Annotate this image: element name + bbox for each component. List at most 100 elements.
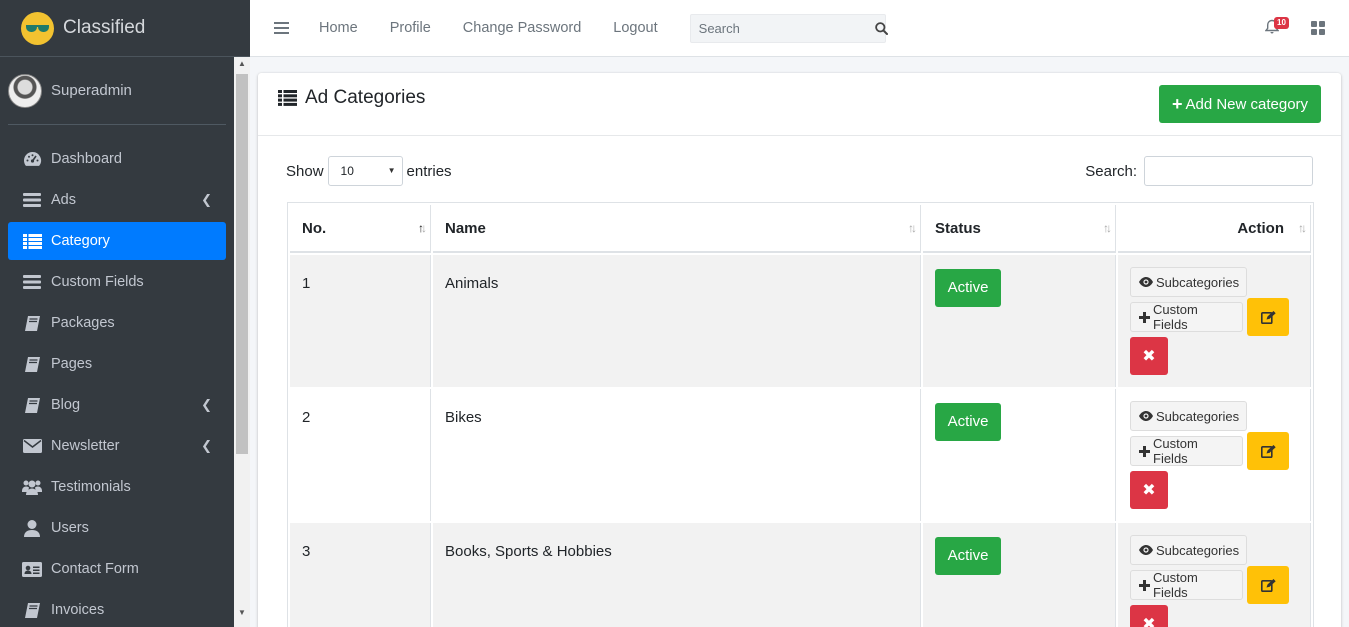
sidebar-item-blog[interactable]: Blog ❮ — [8, 386, 226, 424]
nav-link-change-password[interactable]: Change Password — [463, 20, 582, 36]
column-header-label: Name — [445, 219, 486, 237]
plus-icon — [1139, 311, 1150, 323]
page-title: Ad Categories — [278, 87, 425, 109]
delete-button[interactable]: ✖ — [1130, 605, 1168, 627]
sort-icon: ↑↓ — [908, 221, 917, 235]
sidebar-item-label: Invoices — [51, 602, 105, 618]
nav-link-logout[interactable]: Logout — [613, 20, 657, 36]
cell-name: Animals — [433, 255, 921, 387]
user-panel[interactable]: Superadmin — [8, 57, 226, 125]
edit-icon — [1260, 578, 1276, 592]
sidebar-item-invoices[interactable]: Invoices — [8, 591, 226, 627]
column-header-label: No. — [302, 219, 327, 237]
sidebar-item-ads[interactable]: Ads ❮ — [8, 181, 226, 219]
sidebar-scrollbar[interactable]: ▲ ▼ — [234, 57, 250, 627]
address-card-icon — [22, 559, 42, 579]
sidebar-item-label: Dashboard — [51, 151, 122, 167]
sidebar-item-label: Contact Form — [51, 561, 139, 577]
status-badge[interactable]: Active — [935, 269, 1001, 307]
sidebar-item-pages[interactable]: Pages — [8, 345, 226, 383]
delete-button[interactable]: ✖ — [1130, 471, 1168, 509]
status-badge[interactable]: Active — [935, 403, 1001, 441]
cell-action: Subcategories Custom Fields ✖ — [1118, 255, 1311, 387]
navbar-search — [689, 13, 888, 43]
custom-fields-label: Custom Fields — [1153, 570, 1198, 600]
plus-icon — [1139, 579, 1150, 591]
table-row: 3 Books, Sports & Hobbies Active Subcate… — [290, 523, 1311, 627]
column-header-action[interactable]: Action ↑↓ — [1118, 205, 1311, 253]
cell-no: 1 — [290, 255, 431, 387]
edit-button[interactable] — [1247, 566, 1289, 604]
edit-button[interactable] — [1247, 432, 1289, 470]
custom-fields-button[interactable]: Custom Fields — [1130, 570, 1243, 600]
users-icon — [22, 477, 42, 497]
cell-status: Active — [923, 523, 1116, 627]
edit-icon — [1260, 444, 1276, 458]
navbar-search-input[interactable] — [690, 14, 875, 42]
add-category-label: Add New category — [1185, 95, 1309, 113]
sidebar-item-packages[interactable]: Packages — [8, 304, 226, 342]
sidebar-item-category[interactable]: Category — [8, 222, 226, 260]
custom-fields-button[interactable]: Custom Fields — [1130, 302, 1243, 332]
nav-link-profile[interactable]: Profile — [390, 20, 431, 36]
hamburger-menu-icon[interactable] — [274, 19, 289, 37]
close-icon: ✖ — [1142, 616, 1156, 627]
subcategories-label: Subcategories — [1156, 408, 1240, 424]
scroll-down-icon[interactable]: ▼ — [238, 608, 246, 617]
delete-button[interactable]: ✖ — [1130, 337, 1168, 375]
sidebar-item-label: Packages — [51, 315, 115, 331]
scroll-up-icon[interactable]: ▲ — [238, 59, 246, 68]
entries-select-value: 10 — [340, 164, 354, 178]
add-category-button[interactable]: + Add New category — [1159, 85, 1321, 123]
table-row: 2 Bikes Active Subcategories Custom Fiel… — [290, 389, 1311, 521]
envelope-icon — [22, 436, 42, 456]
column-header-label: Status — [935, 219, 981, 237]
bars-icon — [22, 272, 42, 292]
subcategories-button[interactable]: Subcategories — [1130, 267, 1247, 297]
sidebar-item-label: Testimonials — [51, 479, 131, 495]
column-header-label: Action — [1237, 219, 1284, 237]
search-icon[interactable] — [874, 21, 888, 35]
scrollbar-thumb[interactable] — [236, 74, 248, 454]
column-header-status[interactable]: Status ↑↓ — [923, 205, 1116, 253]
edit-button[interactable] — [1247, 298, 1289, 336]
eye-icon — [1139, 411, 1153, 421]
sidebar-nav: Dashboard Ads ❮ Category Custom Fields P… — [0, 140, 234, 627]
cell-no: 2 — [290, 389, 431, 521]
plus-icon: + — [1171, 93, 1183, 114]
cell-name: Books, Sports & Hobbies — [433, 523, 921, 627]
status-badge[interactable]: Active — [935, 537, 1001, 575]
sort-asc-icon: ↑↓ — [418, 221, 427, 235]
apps-grid-icon[interactable] — [1311, 21, 1325, 35]
card-header: Ad Categories + Add New category — [258, 73, 1341, 136]
sidebar-item-label: Ads — [51, 192, 76, 208]
brand-link[interactable]: Classified — [0, 0, 250, 57]
nav-link-home[interactable]: Home — [319, 20, 358, 36]
subcategories-label: Subcategories — [1156, 274, 1240, 290]
sidebar-item-newsletter[interactable]: Newsletter ❮ — [8, 427, 226, 465]
caret-down-icon: ▼ — [387, 166, 396, 175]
column-header-no[interactable]: No. ↑↓ — [290, 205, 431, 253]
sidebar-item-testimonials[interactable]: Testimonials — [8, 468, 226, 506]
subcategories-button[interactable]: Subcategories — [1130, 401, 1247, 431]
dashboard-icon — [22, 149, 42, 169]
subcategories-button[interactable]: Subcategories — [1130, 535, 1247, 565]
sidebar-item-label: Pages — [51, 356, 93, 372]
custom-fields-button[interactable]: Custom Fields — [1130, 436, 1243, 466]
cell-action: Subcategories Custom Fields ✖ — [1118, 389, 1311, 521]
table-search-input[interactable] — [1144, 156, 1313, 186]
entries-select[interactable]: 10 ▼ — [327, 156, 403, 186]
sidebar-item-label: Users — [51, 520, 89, 536]
notifications-button[interactable]: 10 — [1264, 17, 1289, 37]
bars-icon — [22, 190, 42, 210]
sidebar-item-label: Custom Fields — [51, 274, 144, 290]
page-title-text: Ad Categories — [305, 87, 426, 108]
sidebar-item-dashboard[interactable]: Dashboard — [8, 140, 226, 178]
sidebar-item-custom-fields[interactable]: Custom Fields — [8, 263, 226, 301]
eye-icon — [1139, 545, 1153, 555]
column-header-name[interactable]: Name ↑↓ — [433, 205, 921, 253]
sidebar-scroll-area: Superadmin Dashboard Ads ❮ Category Cust… — [0, 57, 234, 627]
sidebar-item-users[interactable]: Users — [8, 509, 226, 547]
custom-fields-label: Custom Fields — [1153, 436, 1198, 466]
sidebar-item-contact-form[interactable]: Contact Form — [8, 550, 226, 588]
